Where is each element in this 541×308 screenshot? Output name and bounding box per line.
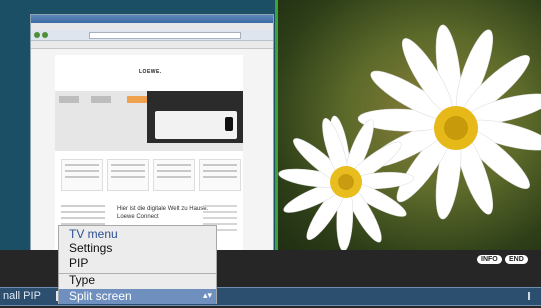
headline-line-1: Hier ist die digitale Welt zu Hause. [117, 206, 209, 212]
tv-menu-popup: TV menu Settings PIP Type Split screen ▴… [58, 225, 217, 304]
menu-title: TV menu [69, 227, 118, 241]
end-key-button[interactable]: END [505, 255, 528, 264]
browser-menubar [31, 23, 273, 30]
menu-item-split-screen[interactable]: Split screen ▴▾ [59, 289, 216, 304]
browser-window: LOEWE. Hier ist die digitale Welt zu Hau… [30, 14, 274, 254]
info-key-button[interactable]: INFO [477, 255, 502, 264]
browser-toolbar [31, 30, 273, 41]
forward-icon [42, 32, 48, 38]
status-left-label: nall PIP [3, 290, 41, 302]
nav-pill [59, 96, 79, 103]
daisy-photo [278, 24, 541, 252]
hero-banner [55, 91, 243, 151]
menu-item-pip[interactable]: PIP [69, 257, 88, 270]
back-icon [34, 32, 40, 38]
phone-icon [225, 117, 233, 131]
menu-selected-label: Split screen [69, 289, 132, 303]
up-down-arrows-icon: ▴▾ [202, 290, 212, 300]
page-headline: Hier ist die digitale Welt zu Hause. Loe… [117, 205, 208, 221]
grid-column [107, 159, 149, 191]
grid-column [199, 159, 241, 191]
headline-line-2: Loewe Connect [117, 214, 159, 220]
menu-item-type[interactable]: Type [69, 274, 95, 287]
left-split-pane: LOEWE. Hier ist die digitale Welt zu Hau… [0, 0, 275, 255]
status-end-marker [528, 292, 530, 300]
content-grid [61, 159, 241, 191]
nav-pill [91, 96, 111, 103]
browser-tabbar [31, 41, 273, 49]
loewe-logo: LOEWE. [139, 69, 162, 75]
grid-column [153, 159, 195, 191]
tv-picture-pane [278, 0, 541, 255]
grid-column [61, 159, 103, 191]
nav-pill-active [127, 96, 147, 103]
browser-titlebar [31, 15, 273, 23]
address-bar [89, 32, 241, 39]
menu-item-settings[interactable]: Settings [69, 242, 112, 255]
